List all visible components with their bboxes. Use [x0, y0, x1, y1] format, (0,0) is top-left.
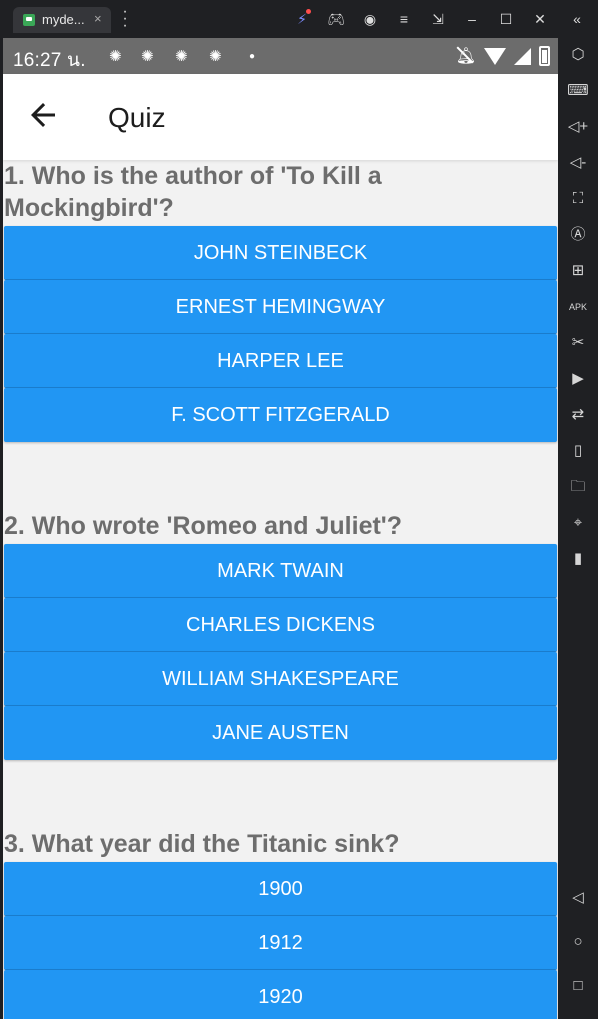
question-block: 1. Who is the author of 'To Kill a Mocki…	[3, 160, 557, 442]
answer-button[interactable]: JANE AUSTEN	[4, 706, 557, 760]
status-bar: 16:27 น. ✺ ✺ ✺ ✺ ● 🔔︎	[3, 38, 558, 74]
collapse-sidebar-icon[interactable]: «	[567, 9, 587, 29]
rotate-icon[interactable]: Ⓐ	[566, 223, 590, 247]
shake-icon[interactable]: ▯	[566, 439, 590, 463]
app-tab-icon	[23, 14, 35, 26]
home-nav-icon[interactable]: ○	[566, 930, 590, 954]
signal-icon	[514, 47, 531, 65]
vibrate-icon[interactable]: ▮	[566, 547, 590, 571]
maximize-icon[interactable]: ☐	[496, 9, 516, 29]
notification-icon: ✺	[109, 48, 122, 65]
question-spacer	[3, 442, 558, 510]
answer-button[interactable]: CHARLES DICKENS	[4, 598, 557, 652]
tab-title: myde...	[42, 12, 85, 27]
answer-list: MARK TWAIN CHARLES DICKENS WILLIAM SHAKE…	[4, 544, 557, 760]
answer-button[interactable]: MARK TWAIN	[4, 544, 557, 598]
lightning-icon[interactable]: ⚡	[292, 9, 312, 29]
question-text: 1. Who is the author of 'To Kill a Mocki…	[4, 162, 382, 222]
question-text: 3. What year did the Titanic sink?	[4, 830, 400, 858]
question-spacer	[3, 760, 558, 828]
browser-tab[interactable]: myde... ×	[13, 7, 111, 33]
answer-button[interactable]: 1920	[4, 970, 557, 1019]
close-window-icon[interactable]: ✕	[530, 9, 550, 29]
back-button[interactable]	[25, 97, 61, 133]
gamepad-icon[interactable]: 🎮︎	[326, 9, 346, 29]
hamburger-icon[interactable]: ≡	[394, 9, 414, 29]
notification-icon: ✺	[141, 48, 154, 65]
question-text: 2. Who wrote 'Romeo and Juliet'?	[4, 512, 403, 540]
answer-button[interactable]: F. SCOTT FITZGERALD	[4, 388, 557, 442]
answer-button[interactable]: 1912	[4, 916, 557, 970]
status-time: 16:27 น.	[13, 50, 86, 71]
screenshot-icon[interactable]: ⛶	[566, 187, 590, 211]
emulator-sidebar: ⬡ ⌨ ◁+ ◁- ⛶ Ⓐ ⊞ APK ✂ ▶ ⇄ ▯ 🗀 ⌖ ▮ ◁ ○ □	[558, 38, 598, 1019]
volume-up-icon[interactable]: ◁+	[566, 115, 590, 139]
question-block: 3. What year did the Titanic sink? 1900 …	[3, 828, 557, 1019]
answer-button[interactable]: 1900	[4, 862, 557, 916]
battery-icon	[539, 46, 550, 66]
quiz-list: 1. Who is the author of 'To Kill a Mocki…	[3, 160, 558, 1019]
expand-icon[interactable]: ⇲	[428, 9, 448, 29]
window-titlebar: myde... × · · · ⚡ 🎮︎ ◉ ≡ ⇲ – ☐ ✕ «	[0, 0, 598, 38]
location-icon[interactable]: ⌖	[566, 511, 590, 535]
swap-icon[interactable]: ⇄	[566, 403, 590, 427]
record-icon[interactable]: ▶	[566, 367, 590, 391]
account-icon[interactable]: ◉	[360, 9, 380, 29]
arrow-left-icon	[31, 103, 55, 127]
answer-button[interactable]: ERNEST HEMINGWAY	[4, 280, 557, 334]
answer-list: 1900 1912 1920	[4, 862, 557, 1019]
answer-button[interactable]: JOHN STEINBECK	[4, 226, 557, 280]
notification-icon: ✺	[209, 48, 222, 65]
power-icon[interactable]: ⬡	[566, 43, 590, 67]
recents-nav-icon[interactable]: □	[566, 974, 590, 998]
tab-close-icon[interactable]: ×	[94, 11, 102, 26]
volume-down-icon[interactable]: ◁-	[566, 151, 590, 175]
question-block: 2. Who wrote 'Romeo and Juliet'? MARK TW…	[3, 510, 557, 760]
phone-screen: 16:27 น. ✺ ✺ ✺ ✺ ● 🔔︎ Quiz 1. Who is the…	[3, 38, 558, 1019]
minimize-icon[interactable]: –	[462, 9, 482, 29]
wifi-icon	[484, 47, 506, 65]
page-title: Quiz	[108, 102, 166, 133]
app-bar: Quiz	[3, 74, 558, 160]
more-notifications-icon: ●	[249, 51, 256, 62]
answer-button[interactable]: HARPER LEE	[4, 334, 557, 388]
answer-list: JOHN STEINBECK ERNEST HEMINGWAY HARPER L…	[4, 226, 557, 442]
add-screen-icon[interactable]: ⊞	[566, 259, 590, 283]
folder-icon[interactable]: 🗀	[566, 475, 590, 499]
cut-icon[interactable]: ✂	[566, 331, 590, 355]
answer-button[interactable]: WILLIAM SHAKESPEARE	[4, 652, 557, 706]
status-icons: 🔔︎	[456, 44, 550, 68]
notification-icon: ✺	[175, 48, 188, 65]
emulator-window: myde... × · · · ⚡ 🎮︎ ◉ ≡ ⇲ – ☐ ✕ « ⬡ ⌨ ◁+ …	[0, 0, 598, 1019]
menu-dots-icon[interactable]: · · ·	[121, 4, 129, 34]
bell-off-icon: 🔔︎	[455, 48, 476, 65]
back-nav-icon[interactable]: ◁	[566, 886, 590, 910]
keyboard-icon[interactable]: ⌨	[566, 79, 590, 103]
apk-icon[interactable]: APK	[566, 295, 590, 319]
